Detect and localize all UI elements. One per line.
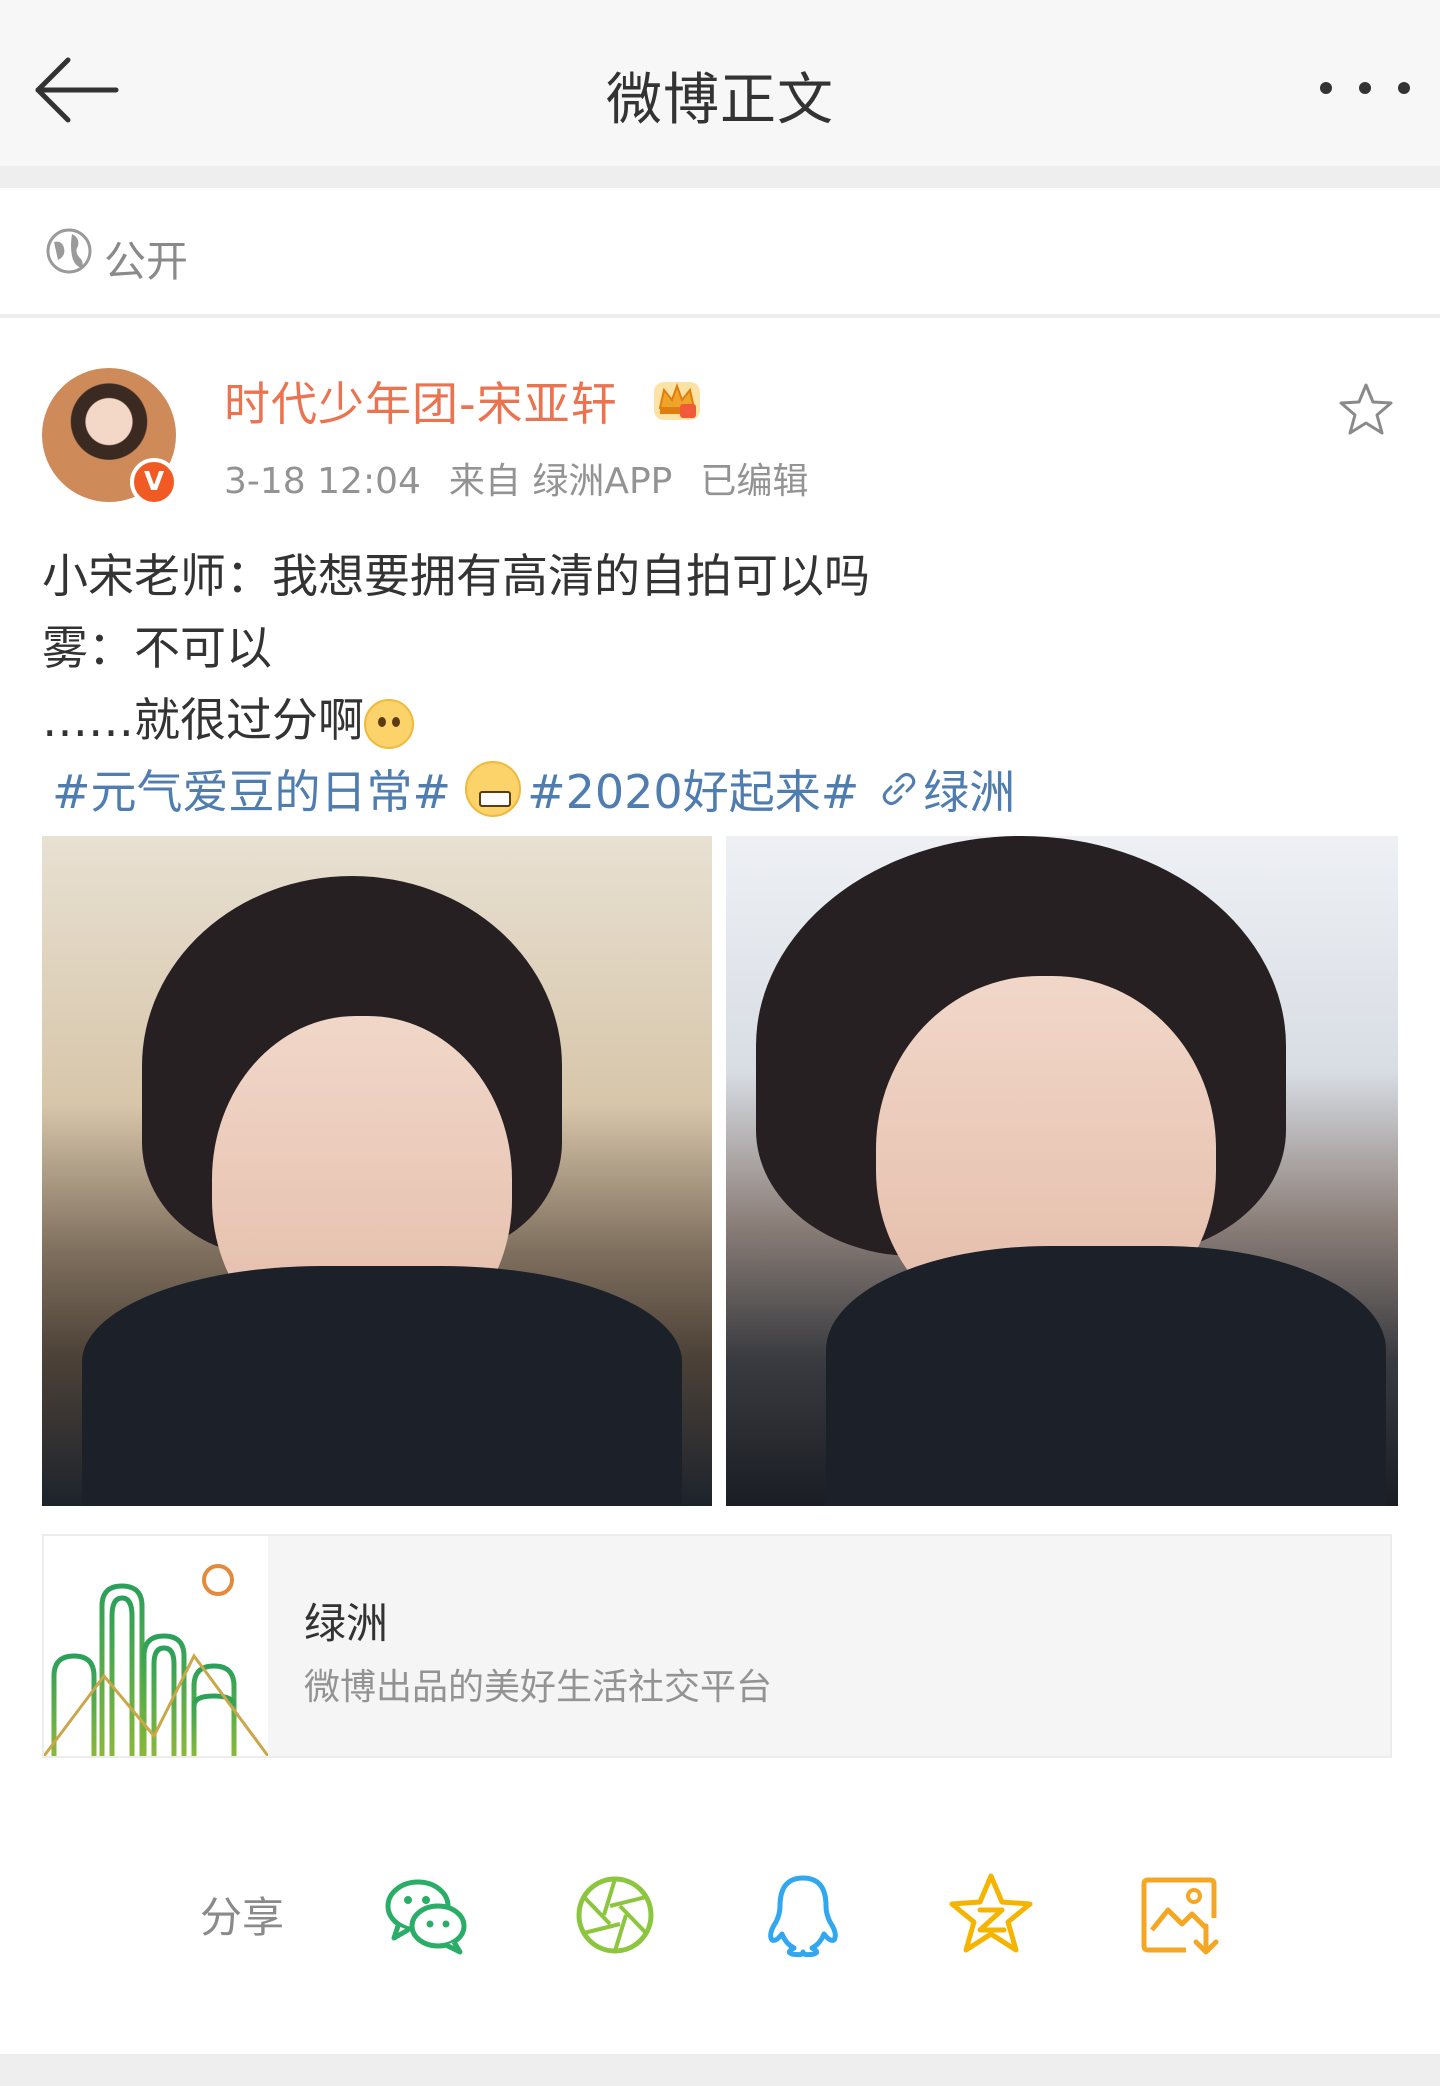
qq-icon[interactable] <box>758 1870 848 1960</box>
post-line: ……就很过分啊 <box>42 684 870 756</box>
share-label: 分享 <box>200 1893 285 1942</box>
section-divider <box>0 2054 1440 2086</box>
section-divider <box>0 314 1440 318</box>
moments-icon[interactable] <box>570 1870 660 1960</box>
globe-icon <box>46 228 92 274</box>
section-divider <box>0 166 1440 188</box>
qzone-icon[interactable] <box>946 1870 1036 1960</box>
post-body: 小宋老师：我想要拥有高清的自拍可以吗 雾：不可以 ……就很过分啊 <box>42 540 870 756</box>
visibility-label: 公开 <box>104 237 189 286</box>
crown-member-icon[interactable] <box>650 374 704 424</box>
author-name[interactable]: 时代少年团-宋亚轩 <box>224 368 618 434</box>
top-bar: 微博正文 <box>0 0 1440 166</box>
edited-label[interactable]: 已编辑 <box>700 461 808 502</box>
post-photo[interactable] <box>42 836 712 1506</box>
avatar[interactable]: V <box>42 368 178 506</box>
post-source[interactable]: 来自 绿洲APP <box>449 461 673 502</box>
card-title: 绿洲 <box>304 1599 389 1648</box>
star-icon[interactable] <box>1336 380 1396 440</box>
flushed-emoji-icon <box>364 698 414 749</box>
post-meta: 3-18 12:04 来自 绿洲APP 已编辑 <box>224 452 836 504</box>
post-line-text: ……就很过分啊 <box>42 693 364 747</box>
verified-badge-icon: V <box>130 458 178 506</box>
link-icon[interactable] <box>879 769 919 809</box>
link-card[interactable]: 绿洲 微博出品的美好生活社交平台 <box>42 1534 1392 1758</box>
wechat-icon[interactable] <box>382 1870 472 1960</box>
grimace-emoji-icon <box>465 761 522 817</box>
save-image-icon[interactable] <box>1134 1870 1224 1960</box>
post-time: 3-18 12:04 <box>224 461 421 502</box>
card-description: 微博出品的美好生活社交平台 <box>304 1667 773 1708</box>
link-text[interactable]: 绿洲 <box>923 756 1015 822</box>
topic-tag[interactable]: #元气爱豆的日常# <box>52 756 451 822</box>
topic-tag[interactable]: #2020好起来# <box>527 756 859 822</box>
visibility-row: 公开 <box>0 188 1440 314</box>
oasis-logo-icon <box>44 1536 268 1756</box>
tags-row: #元气爱豆的日常# #2020好起来# 绿洲 <box>52 756 1015 822</box>
share-bar: 分享 <box>0 1860 1440 1960</box>
post-photo[interactable] <box>726 836 1398 1506</box>
post-line: 雾：不可以 <box>42 621 272 675</box>
more-options-icon[interactable] <box>1320 76 1410 100</box>
page-title: 微博正文 <box>606 68 834 133</box>
post-line: 小宋老师：我想要拥有高清的自拍可以吗 <box>42 549 870 603</box>
